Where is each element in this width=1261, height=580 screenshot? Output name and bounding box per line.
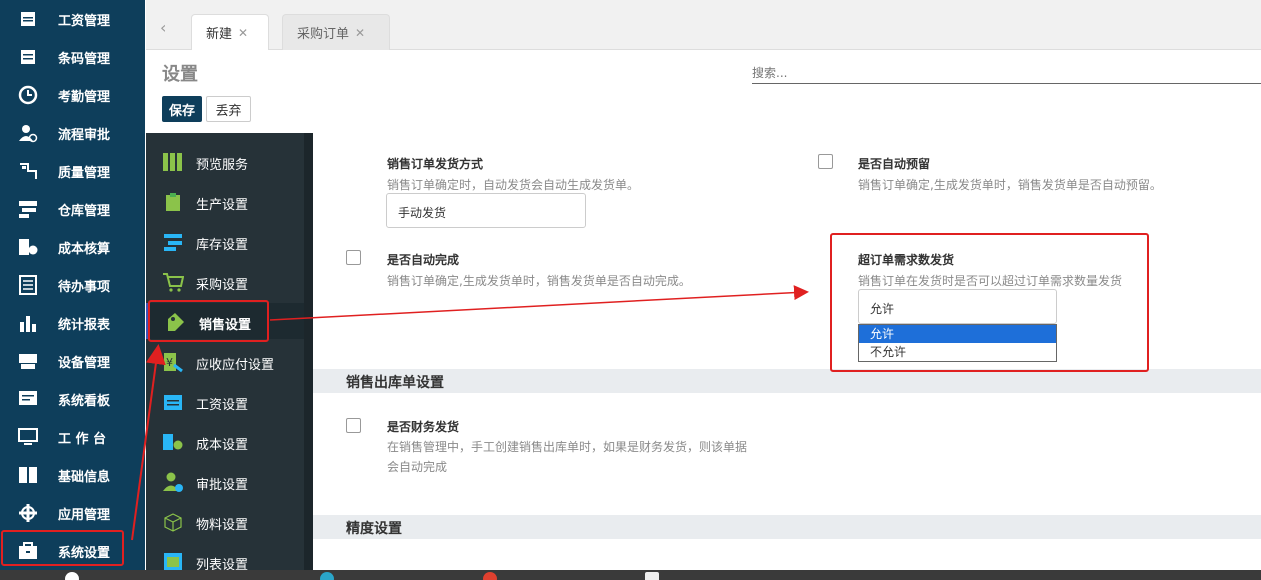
taskbar-app-icon[interactable] (483, 572, 497, 580)
arrow-to-over-ship (269, 285, 809, 321)
annotation-arrows (131, 285, 809, 541)
taskbar-app-icon[interactable] (65, 572, 79, 580)
arrow-to-sales-settings (131, 344, 166, 541)
taskbar-app-icon[interactable] (320, 572, 334, 580)
os-taskbar (0, 570, 1261, 580)
taskbar-app-icon[interactable] (645, 572, 659, 580)
